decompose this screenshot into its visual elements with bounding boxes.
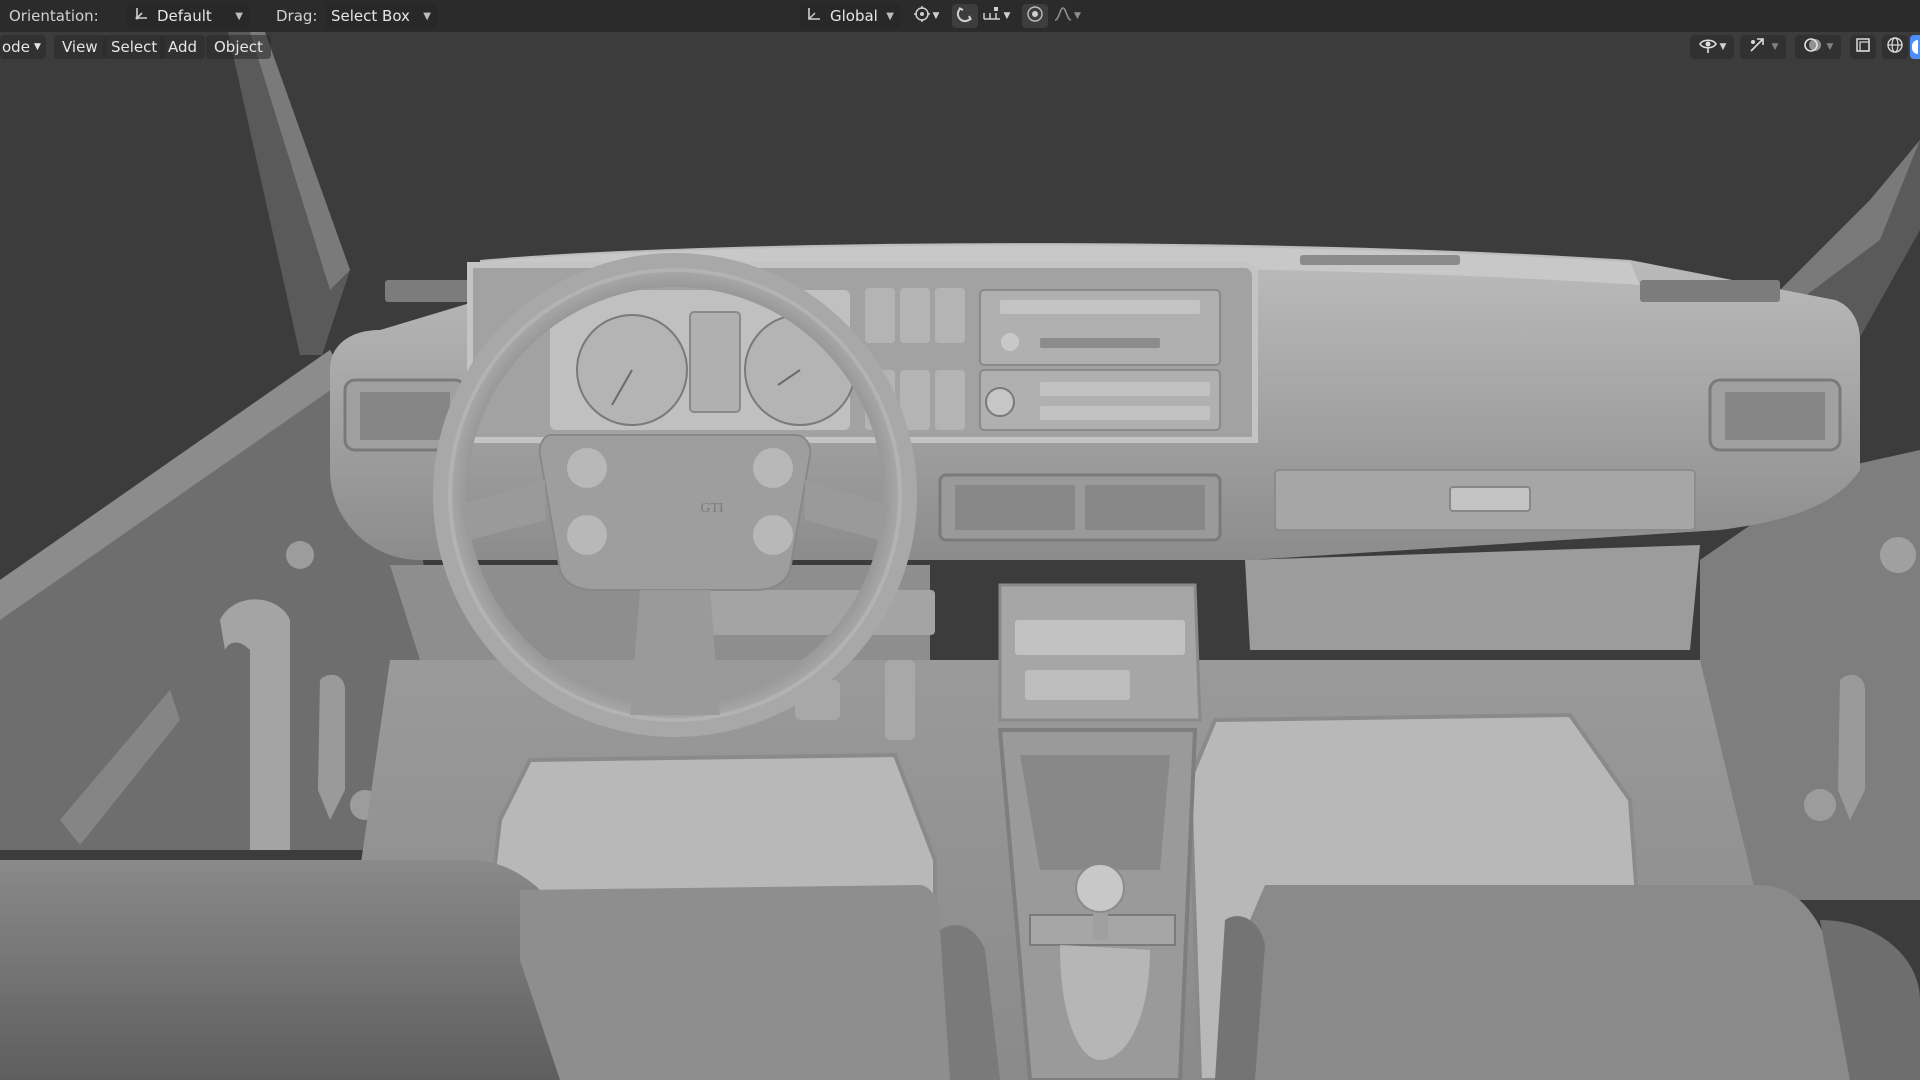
mode-label: ode xyxy=(2,38,30,56)
snap-toggle[interactable] xyxy=(952,4,978,28)
car-interior-render: GTI xyxy=(0,32,1920,1080)
chevron-down-icon: ▼ xyxy=(33,42,41,52)
menu-select[interactable]: Select xyxy=(103,35,166,59)
proportional-editing-toggle[interactable] xyxy=(1022,4,1048,28)
left-a-pillar xyxy=(228,32,350,355)
menu-add[interactable]: Add xyxy=(160,35,206,59)
3d-viewport[interactable]: GTI xyxy=(0,32,1920,1080)
chevron-down-icon: ▼ xyxy=(932,11,940,21)
falloff-icon xyxy=(1053,5,1073,27)
transform-orientation-value: Global xyxy=(830,7,878,25)
right-front-seat xyxy=(1215,885,1920,1080)
chevron-down-icon: ▼ xyxy=(886,10,894,22)
chevron-down-icon: ▼ xyxy=(1771,42,1779,52)
orientation-label: Orientation: xyxy=(9,7,99,25)
gizmo-icon xyxy=(1748,36,1768,58)
solid-shading-icon xyxy=(1912,40,1918,54)
global-axes-icon xyxy=(806,6,824,26)
chevron-down-icon: ▼ xyxy=(235,10,243,22)
solid-shading-button[interactable] xyxy=(1910,35,1920,59)
pivot-icon xyxy=(913,5,931,27)
wireframe-shading-icon xyxy=(1886,36,1904,58)
drag-dropdown[interactable]: Select Box ▼ xyxy=(325,4,437,28)
chevron-down-icon: ▼ xyxy=(1074,11,1081,21)
steering-badge-text: GTI xyxy=(700,501,724,516)
orientation-icon xyxy=(133,6,151,26)
drag-value: Select Box xyxy=(331,7,410,25)
chevron-down-icon: ▼ xyxy=(1826,42,1834,52)
visibility-icon xyxy=(1698,36,1718,58)
center-console xyxy=(997,583,1202,1080)
orientation-dropdown[interactable]: Default ▼ xyxy=(127,4,249,28)
left-front-seat xyxy=(0,860,1000,1080)
mode-dropdown[interactable]: ode ▼ xyxy=(0,35,46,59)
menu-view[interactable]: View xyxy=(54,35,106,59)
xray-toggle[interactable] xyxy=(1850,35,1876,59)
chevron-down-icon: ▼ xyxy=(1003,11,1011,21)
drag-label: Drag: xyxy=(276,7,318,25)
snap-target-dropdown[interactable]: ▼ xyxy=(978,4,1014,28)
menu-object[interactable]: Object xyxy=(206,35,271,59)
orientation-value: Default xyxy=(157,7,212,25)
snap-increment-icon xyxy=(982,5,1002,27)
proportional-editing-icon xyxy=(1026,5,1044,27)
snap-icon xyxy=(956,5,974,27)
wireframe-shading-button[interactable] xyxy=(1882,35,1908,59)
chevron-down-icon: ▼ xyxy=(423,10,431,22)
overlay-toggle[interactable]: ▼ xyxy=(1795,35,1841,59)
pivot-point-button[interactable]: ▼ xyxy=(908,4,944,28)
transform-orientation-dropdown[interactable]: Global ▼ xyxy=(800,4,900,28)
overlay-icon xyxy=(1803,36,1823,58)
visibility-dropdown[interactable]: ▼ xyxy=(1690,35,1734,59)
tool-settings-header: Orientation: Default ▼ Drag: Select Box … xyxy=(0,0,1920,32)
chevron-down-icon: ▼ xyxy=(1719,42,1727,52)
falloff-dropdown[interactable]: ▼ xyxy=(1050,4,1084,28)
xray-icon xyxy=(1854,36,1872,58)
gizmo-toggle[interactable]: ▼ xyxy=(1740,35,1786,59)
